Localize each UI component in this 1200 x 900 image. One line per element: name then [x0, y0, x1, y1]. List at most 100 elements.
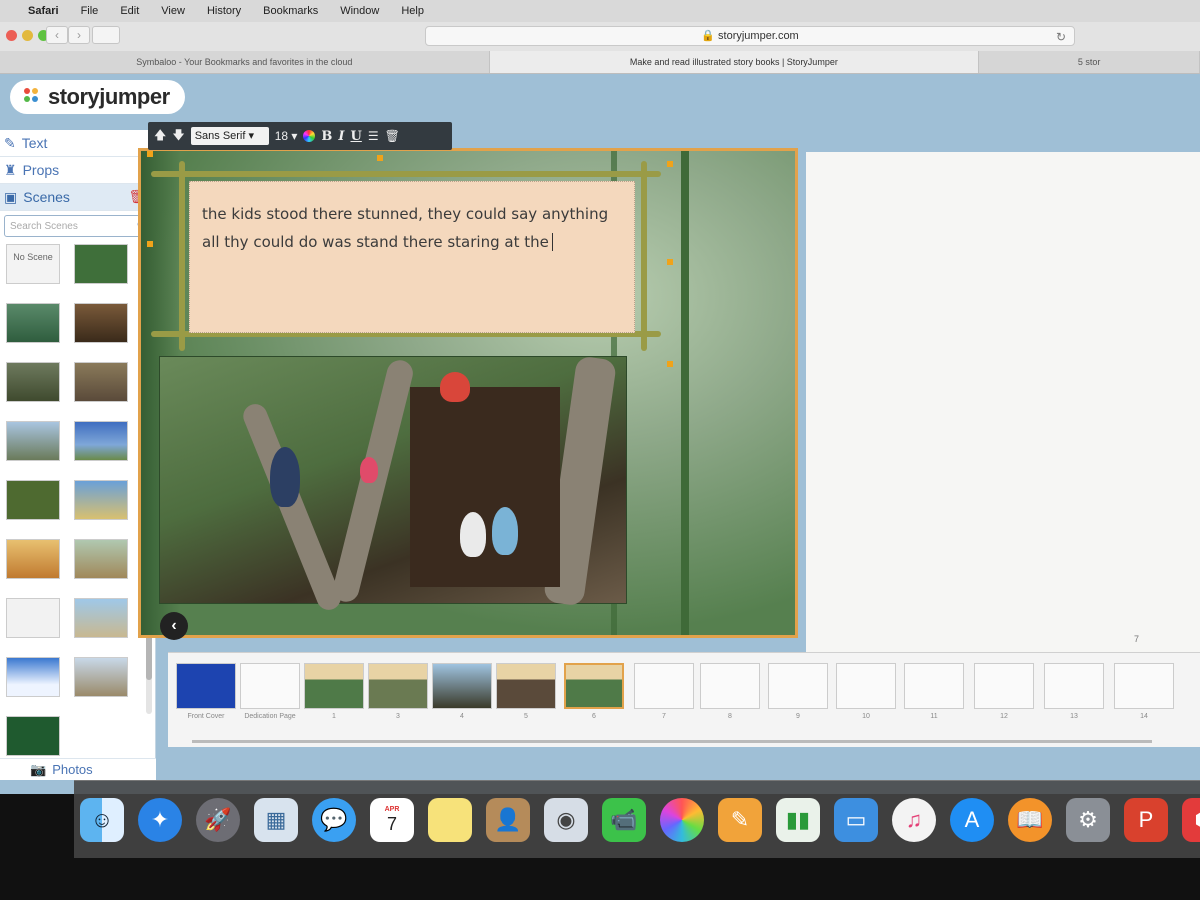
film-page-current[interactable]: 6	[564, 663, 624, 733]
film-page[interactable]: 3	[368, 663, 428, 733]
menu-view[interactable]: View	[161, 5, 185, 17]
film-page[interactable]: 10	[836, 663, 896, 733]
notes-icon[interactable]	[428, 797, 472, 842]
launchpad-icon[interactable]: 🚀	[196, 797, 240, 842]
menu-window[interactable]: Window	[340, 5, 379, 17]
photos-button[interactable]: 📷 Photos	[0, 758, 156, 780]
film-page[interactable]: Dedication Page	[240, 663, 300, 733]
back-button[interactable]: ‹	[46, 26, 68, 44]
scene-thumb[interactable]	[74, 598, 128, 638]
menu-history[interactable]: History	[207, 5, 241, 17]
font-family-select[interactable]: Sans Serif ▾	[190, 127, 269, 145]
close-window-button[interactable]	[6, 30, 17, 41]
ibooks-icon[interactable]: 📖	[1008, 797, 1052, 842]
film-page[interactable]: 13	[1044, 663, 1104, 733]
filmstrip-scrollbar[interactable]	[192, 740, 1152, 743]
film-page[interactable]: 12	[974, 663, 1034, 733]
pages-icon[interactable]: ✎	[718, 797, 762, 842]
scene-thumb[interactable]	[74, 421, 128, 461]
underline-button[interactable]: U	[351, 129, 362, 144]
align-icon[interactable]: ☰	[368, 129, 379, 143]
selection-handle[interactable]	[667, 361, 673, 367]
selection-handle[interactable]	[667, 161, 673, 167]
italic-button[interactable]: I	[338, 129, 344, 144]
tab-third[interactable]: 5 stor	[979, 51, 1200, 73]
delete-icon[interactable]: 🗑	[385, 129, 400, 143]
tab-symbaloo[interactable]: Symbaloo - Your Bookmarks and favorites …	[0, 51, 490, 73]
menu-safari[interactable]: Safari	[28, 5, 59, 17]
messages-icon[interactable]: 💬	[312, 797, 356, 842]
bring-forward-icon[interactable]: 🡅	[154, 126, 166, 147]
finder-icon[interactable]: ☺	[80, 797, 124, 842]
address-bar[interactable]: 🔒 storyjumper.com ↻	[425, 26, 1075, 46]
text-color-icon[interactable]	[303, 130, 316, 142]
send-backward-icon[interactable]: 🡇	[172, 126, 184, 147]
film-page[interactable]: 7	[634, 663, 694, 733]
scene-thumb[interactable]	[6, 716, 60, 756]
numbers-icon[interactable]: ▮▮	[776, 797, 820, 842]
scene-search-input[interactable]: Search Scenes ⚲	[4, 215, 151, 237]
photo-booth-icon[interactable]: ◉	[544, 797, 588, 842]
film-page[interactable]: 5	[496, 663, 556, 733]
powerpoint-icon[interactable]: P	[1124, 797, 1168, 842]
lock-icon: 🔒	[701, 30, 719, 42]
forward-button[interactable]: ›	[68, 26, 90, 44]
scene-thumb[interactable]	[74, 480, 128, 520]
storyjumper-logo[interactable]: storyjumper	[10, 80, 185, 114]
scene-thumb[interactable]	[74, 303, 128, 343]
selection-handle[interactable]	[147, 241, 153, 247]
film-page[interactable]: 1	[304, 663, 364, 733]
calendar-icon[interactable]: APR 7	[370, 797, 414, 842]
menu-help[interactable]: Help	[401, 5, 424, 17]
scene-thumb[interactable]	[6, 362, 60, 402]
previous-page-button[interactable]: ‹	[160, 612, 188, 640]
treehouse-photo[interactable]	[159, 355, 627, 614]
film-page[interactable]: 8	[700, 663, 760, 733]
scene-thumb[interactable]	[6, 657, 60, 697]
scene-thumb-none[interactable]: No Scene	[6, 244, 60, 284]
film-page[interactable]: 14	[1114, 663, 1174, 733]
scene-thumb[interactable]	[6, 598, 60, 638]
bold-button[interactable]: B	[321, 129, 332, 144]
keynote-icon[interactable]: ▭	[834, 797, 878, 842]
selection-handle[interactable]	[667, 259, 673, 265]
book-page-left[interactable]: the kids stood there stunned, they could…	[138, 148, 798, 638]
scene-thumb[interactable]	[6, 421, 60, 461]
film-page[interactable]: 11	[904, 663, 964, 733]
scene-thumb[interactable]	[74, 244, 128, 284]
scene-thumb[interactable]	[6, 539, 60, 579]
scenes-button[interactable]: ▣ Scenes 🗑	[0, 184, 155, 211]
menu-bookmarks[interactable]: Bookmarks	[263, 5, 318, 17]
text-button[interactable]: ✎ Text	[0, 130, 155, 157]
contacts-icon[interactable]: 👤	[486, 797, 530, 842]
sketchup-icon[interactable]: ⬢	[1182, 797, 1200, 842]
itunes-icon[interactable]: ♫	[892, 797, 936, 842]
props-icon: ♜	[4, 161, 17, 178]
reload-icon[interactable]: ↻	[1056, 28, 1066, 46]
film-page[interactable]: 9	[768, 663, 828, 733]
film-page[interactable]: Front Cover	[176, 663, 236, 733]
sidebar-toggle-button[interactable]	[92, 26, 120, 44]
story-text-box[interactable]: the kids stood there stunned, they could…	[189, 181, 635, 333]
book-page-right[interactable]	[806, 152, 1200, 664]
tab-storyjumper[interactable]: Make and read illustrated story books | …	[489, 51, 980, 73]
facetime-icon[interactable]: 📹	[602, 797, 646, 842]
menu-file[interactable]: File	[81, 5, 99, 17]
scene-thumb[interactable]	[74, 362, 128, 402]
system-preferences-icon[interactable]: ⚙	[1066, 797, 1110, 842]
film-page[interactable]: 4	[432, 663, 492, 733]
scene-thumb[interactable]	[74, 657, 128, 697]
selection-handle[interactable]	[147, 151, 153, 157]
menu-edit[interactable]: Edit	[120, 5, 139, 17]
minimize-window-button[interactable]	[22, 30, 33, 41]
selection-handle[interactable]	[377, 155, 383, 161]
scene-thumb[interactable]	[74, 539, 128, 579]
font-size-select[interactable]: 18 ▾	[275, 129, 298, 143]
safari-icon[interactable]: ✦	[138, 797, 182, 842]
preview-icon[interactable]: ▦	[254, 797, 298, 842]
scene-thumb[interactable]	[6, 303, 60, 343]
props-button[interactable]: ♜ Props	[0, 157, 155, 184]
app-store-icon[interactable]: A	[950, 797, 994, 842]
scene-thumb[interactable]	[6, 480, 60, 520]
photos-icon[interactable]	[660, 797, 704, 842]
